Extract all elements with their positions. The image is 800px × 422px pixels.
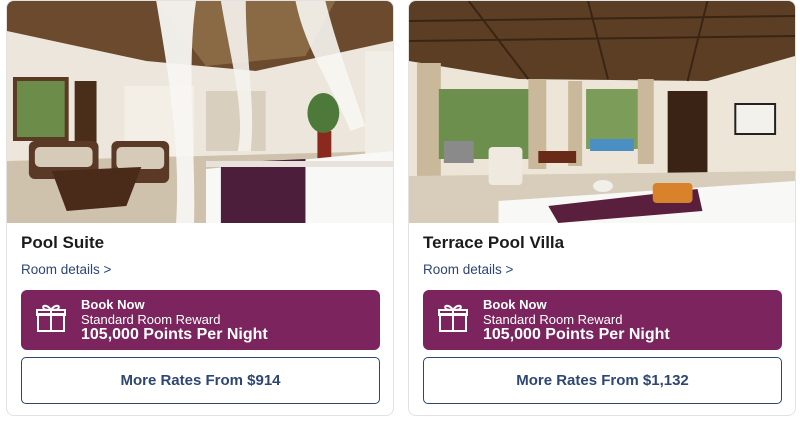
suite-bedroom-image [7, 1, 393, 223]
room-photo-pool-suite[interactable] [7, 1, 393, 223]
room-details-link[interactable]: Room details > [423, 262, 513, 277]
gift-icon [36, 304, 66, 332]
book-now-reward-button[interactable]: Book Now Standard Room Reward 105,000 Po… [423, 290, 782, 350]
reward-type-label: Standard Room Reward [81, 312, 221, 327]
more-rates-button[interactable]: More Rates From $914 [21, 357, 380, 404]
room-photo-terrace-pool-villa[interactable] [409, 1, 795, 223]
more-rates-button[interactable]: More Rates From $1,132 [423, 357, 782, 404]
book-now-label: Book Now [81, 297, 145, 312]
gift-icon [438, 304, 468, 332]
room-cards-grid: Pool Suite Room details > Book Now Stand… [0, 0, 800, 422]
room-title: Pool Suite [21, 233, 105, 252]
room-details-link[interactable]: Room details > [21, 262, 111, 277]
room-title: Terrace Pool Villa [423, 233, 565, 252]
book-now-label: Book Now [483, 297, 547, 312]
room-card-pool-suite: Pool Suite Room details > Book Now Stand… [6, 0, 394, 416]
points-per-night: 105,000 Points Per Night [81, 326, 268, 343]
reward-type-label: Standard Room Reward [483, 312, 623, 327]
villa-bedroom-image [409, 1, 795, 223]
points-per-night: 105,000 Points Per Night [483, 326, 670, 343]
book-now-reward-button[interactable]: Book Now Standard Room Reward 105,000 Po… [21, 290, 380, 350]
room-card-terrace-pool-villa: Terrace Pool Villa Room details > Book N… [408, 0, 796, 416]
